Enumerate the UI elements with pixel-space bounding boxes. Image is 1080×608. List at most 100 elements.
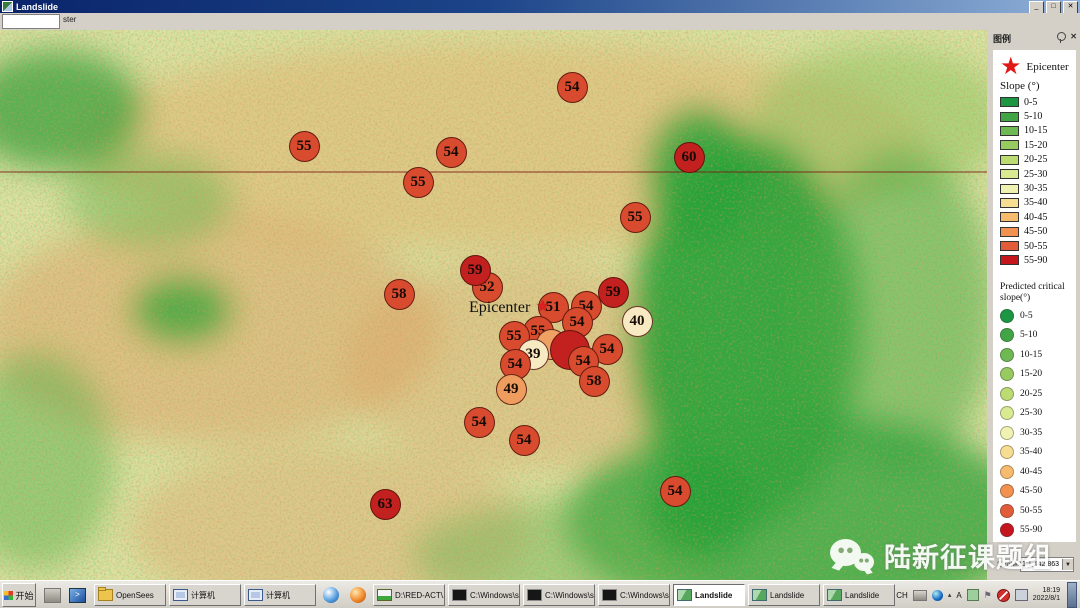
slope-swatch: [1000, 140, 1019, 151]
taskbar-button-c-windows-s[interactable]: C:\Windows\s...: [598, 584, 670, 606]
slope-marker[interactable]: 59: [597, 276, 629, 308]
slope-marker[interactable]: 49: [495, 373, 527, 405]
browser-icon: [350, 587, 366, 603]
taskbar-button-landslide[interactable]: Landslide: [823, 584, 895, 606]
scale-label: Scale: [997, 560, 1018, 569]
slope-class-row: 25-30: [1000, 167, 1076, 181]
taskbar-button-browser[interactable]: [346, 584, 370, 606]
slope-class-label: 25-30: [1024, 168, 1048, 180]
slope-swatch: [1000, 169, 1019, 180]
slope-marker[interactable]: 40: [621, 305, 653, 337]
scale-combo[interactable]: 1:1,442,863 ▼: [1020, 557, 1075, 572]
show-desktop-button[interactable]: [1067, 582, 1077, 608]
slope-swatch: [1000, 226, 1019, 237]
epicenter-star-icon: ★: [536, 298, 550, 315]
quick-launch: >: [44, 587, 86, 603]
slope-class-row: 5-10: [1000, 109, 1076, 123]
windows-logo-icon: [4, 590, 14, 600]
predicted-legend: Predicted critical slope(°) 0-5 5-10 10-15…: [993, 278, 1076, 542]
slope-class-label: 45-50: [1024, 226, 1048, 238]
start-button[interactable]: 开始: [2, 583, 36, 607]
taskbar: 开始 > OpenSees 计算机 计算机 D:\RED-ACT\... C:\Wind…: [0, 580, 1080, 608]
predicted-class-row: 20-25: [1000, 384, 1076, 404]
predicted-class-label: 10-15: [1020, 349, 1043, 360]
predicted-swatch: [1000, 308, 1014, 323]
layer-combo[interactable]: [2, 14, 60, 29]
slope-swatch: [1000, 154, 1019, 165]
cmd-icon: [452, 589, 467, 601]
printer-icon[interactable]: [44, 587, 61, 603]
slope-class-row: 10-15: [1000, 124, 1076, 138]
predicted-legend-title: Predicted critical slope(°): [1000, 282, 1065, 303]
slope-marker[interactable]: 55: [288, 130, 320, 162]
predicted-class-label: 45-50: [1020, 486, 1043, 497]
predicted-class-row: 5-10: [1000, 325, 1076, 345]
slope-marker[interactable]: 54: [556, 71, 588, 103]
action-center-flag-icon[interactable]: ⚑: [984, 590, 992, 601]
taskbar-button-label: C:\Windows\s...: [620, 590, 669, 600]
slope-marker[interactable]: 55: [402, 166, 434, 198]
predicted-swatch: [1000, 406, 1014, 421]
taskbar-button-opensees[interactable]: OpenSees: [94, 584, 166, 606]
slope-marker[interactable]: 63: [369, 488, 401, 520]
tray-app-icon[interactable]: [931, 589, 943, 601]
predicted-class-row: 15-20: [1000, 364, 1076, 384]
tray-expand-icon[interactable]: ▴: [948, 591, 952, 599]
taskbar-button-globe[interactable]: [319, 584, 343, 606]
slope-swatch: [1000, 183, 1019, 194]
map-icon: [827, 589, 842, 601]
slope-class-row: 55-90: [1000, 253, 1076, 267]
chevron-down-icon[interactable]: ▼: [1062, 559, 1074, 570]
slope-marker[interactable]: 60: [673, 141, 705, 173]
predicted-swatch: [1000, 328, 1014, 343]
taskbar-button-c-windows-s[interactable]: C:\Windows\s...: [448, 584, 520, 606]
predicted-swatch: [1000, 503, 1014, 518]
slope-class-label: 20-25: [1024, 154, 1048, 166]
close-icon[interactable]: ✕: [1070, 32, 1077, 41]
slope-swatch: [1000, 197, 1019, 208]
powershell-icon[interactable]: >: [69, 587, 86, 603]
slope-class-label: 55-90: [1024, 254, 1048, 266]
taskbar-button-计算机[interactable]: 计算机: [244, 584, 316, 606]
predicted-class-row: 45-50: [1000, 481, 1076, 501]
slope-swatch: [1000, 212, 1019, 223]
pin-icon[interactable]: [1057, 32, 1067, 43]
taskbar-button-landslide[interactable]: Landslide: [673, 584, 745, 606]
slope-marker[interactable]: 54: [508, 424, 540, 456]
slope-marker[interactable]: 54: [435, 136, 467, 168]
map-view[interactable]: Epicenter ★ 54 55 54 55 60 55 52 59 58 59 54 51 54 40…: [0, 30, 987, 580]
predicted-swatch: [1000, 445, 1014, 460]
slope-class-label: 50-55: [1024, 240, 1048, 252]
slope-class-row: 35-40: [1000, 196, 1076, 210]
predicted-swatch: [1000, 386, 1014, 401]
input-method-icon[interactable]: A: [956, 591, 961, 600]
slope-marker[interactable]: 58: [578, 365, 610, 397]
predicted-swatch: [1000, 425, 1014, 440]
folder-icon: [98, 587, 113, 601]
slope-marker[interactable]: 58: [383, 278, 415, 310]
tray-printer-icon[interactable]: [912, 589, 927, 601]
tray-security-icon[interactable]: [996, 588, 1010, 602]
taskbar-button-label: C:\Windows\s...: [545, 590, 594, 600]
language-indicator[interactable]: CH: [896, 591, 908, 600]
taskbar-button-d-red-act[interactable]: D:\RED-ACT\...: [373, 584, 445, 606]
predicted-class-row: 50-55: [1000, 501, 1076, 521]
slope-marker[interactable]: 54: [659, 475, 691, 507]
map-icon: [752, 589, 767, 601]
slope-marker[interactable]: 59: [459, 254, 491, 286]
clock[interactable]: 18:19 2022/8/1: [1033, 587, 1060, 604]
slope-marker[interactable]: 54: [463, 406, 495, 438]
taskbar-button-c-windows-s[interactable]: C:\Windows\s...: [523, 584, 595, 606]
predicted-class-label: 5-10: [1020, 330, 1038, 341]
taskbar-button-label: 计算机: [191, 590, 215, 600]
taskbar-button-landslide[interactable]: Landslide: [748, 584, 820, 606]
slope-marker[interactable]: 55: [619, 201, 651, 233]
predicted-swatch: [1000, 347, 1014, 362]
taskbar-button-计算机[interactable]: 计算机: [169, 584, 241, 606]
tray-green-icon[interactable]: [966, 589, 979, 601]
tray-network-icon[interactable]: [1014, 589, 1028, 601]
taskbar-button-label: D:\RED-ACT\...: [395, 590, 445, 600]
slope-swatch: [1000, 241, 1019, 252]
slope-swatch: [1000, 255, 1019, 266]
slope-class-row: 15-20: [1000, 138, 1076, 152]
